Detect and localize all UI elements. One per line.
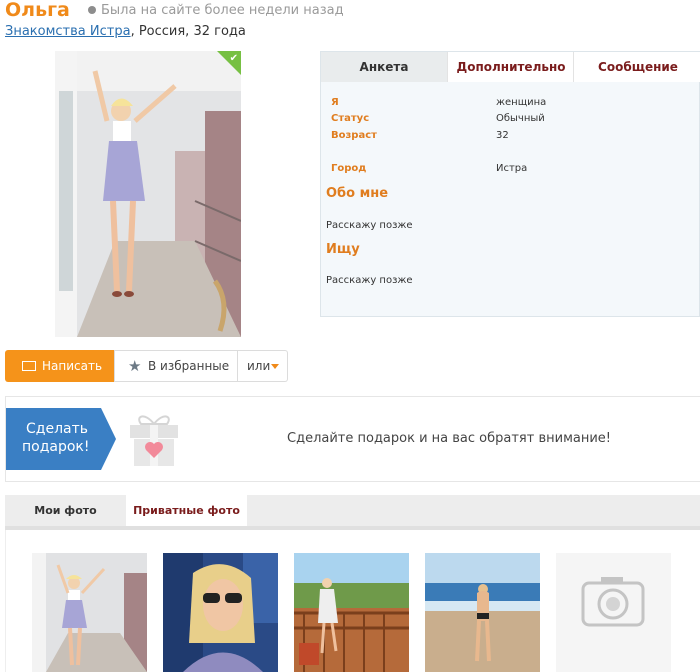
- photo-thumbnail[interactable]: [425, 553, 540, 672]
- envelope-icon: [22, 361, 36, 371]
- field-label-i: Я: [331, 97, 339, 108]
- photo-thumbnail-image: [294, 553, 409, 672]
- more-options-dropdown[interactable]: или: [238, 350, 288, 382]
- seek-heading: Ищу: [326, 242, 360, 257]
- photo-thumbnail[interactable]: [294, 553, 409, 672]
- photo-illustration: [55, 51, 241, 337]
- photos-tab-bar: Мои фото Приватные фото: [5, 495, 700, 530]
- main-profile-photo[interactable]: ✔: [55, 51, 241, 337]
- location-link[interactable]: Знакомства Истра: [5, 24, 131, 39]
- field-value-age: 32: [496, 130, 509, 141]
- tab-my-photos[interactable]: Мои фото: [5, 495, 126, 526]
- photo-thumbnail-image: [425, 553, 540, 672]
- profile-name: Ольга: [5, 0, 70, 21]
- status-dot-icon: [88, 6, 96, 14]
- location-line: Знакомства Истра, Россия, 32 года: [5, 24, 246, 39]
- photo-thumbnail-image: [163, 553, 278, 672]
- star-icon: ★: [128, 357, 142, 375]
- seek-text: Расскажу позже: [326, 275, 413, 286]
- online-status-text: Была на сайте более недели назад: [101, 3, 344, 18]
- chevron-down-icon: [271, 364, 279, 369]
- online-status: Была на сайте более недели назад: [88, 3, 344, 18]
- photo-thumbnail[interactable]: [32, 553, 147, 672]
- add-to-favorites-button[interactable]: ★ В избранные: [114, 350, 238, 382]
- field-value-i: женщина: [496, 97, 547, 108]
- gift-button-line1: Сделать: [26, 421, 89, 437]
- camera-icon: [556, 553, 671, 672]
- photo-placeholder[interactable]: [556, 553, 671, 672]
- field-label-city: Город: [331, 163, 367, 174]
- gift-box-icon: [130, 415, 178, 466]
- or-label: или: [247, 359, 271, 373]
- write-message-button[interactable]: Написать: [5, 350, 114, 382]
- write-button-label: Написать: [42, 359, 103, 373]
- gift-promo-text: Сделайте подарок и на вас обратят вниман…: [287, 431, 612, 446]
- field-label-age: Возраст: [331, 130, 377, 141]
- tab-anketa[interactable]: Анкета: [321, 52, 447, 82]
- profile-info-panel: Анкета Дополнительно Сообщение Я женщина…: [320, 51, 700, 317]
- make-gift-button[interactable]: Сделать подарок!: [6, 408, 119, 470]
- field-label-status: Статус: [331, 113, 370, 124]
- tab-soobshchenie[interactable]: Сообщение: [573, 52, 700, 82]
- tab-dopolnitelno[interactable]: Дополнительно: [447, 52, 574, 82]
- about-text: Расскажу позже: [326, 220, 413, 231]
- field-value-city: Истра: [496, 163, 528, 174]
- favorites-button-label: В избранные: [148, 359, 230, 373]
- about-heading: Обо мне: [326, 186, 389, 201]
- tab-private-photos[interactable]: Приватные фото: [126, 495, 247, 526]
- location-details: , Россия, 32 года: [130, 24, 246, 39]
- verified-check-icon: ✔: [229, 53, 238, 64]
- gift-button-line2: подарок!: [22, 439, 90, 455]
- photo-thumbnail-image: [32, 553, 147, 672]
- gift-promo-box: Сделать подарок! Сделайте подарок и на в…: [5, 396, 700, 482]
- field-value-status: Обычный: [496, 113, 545, 124]
- photo-thumbnail[interactable]: [163, 553, 278, 672]
